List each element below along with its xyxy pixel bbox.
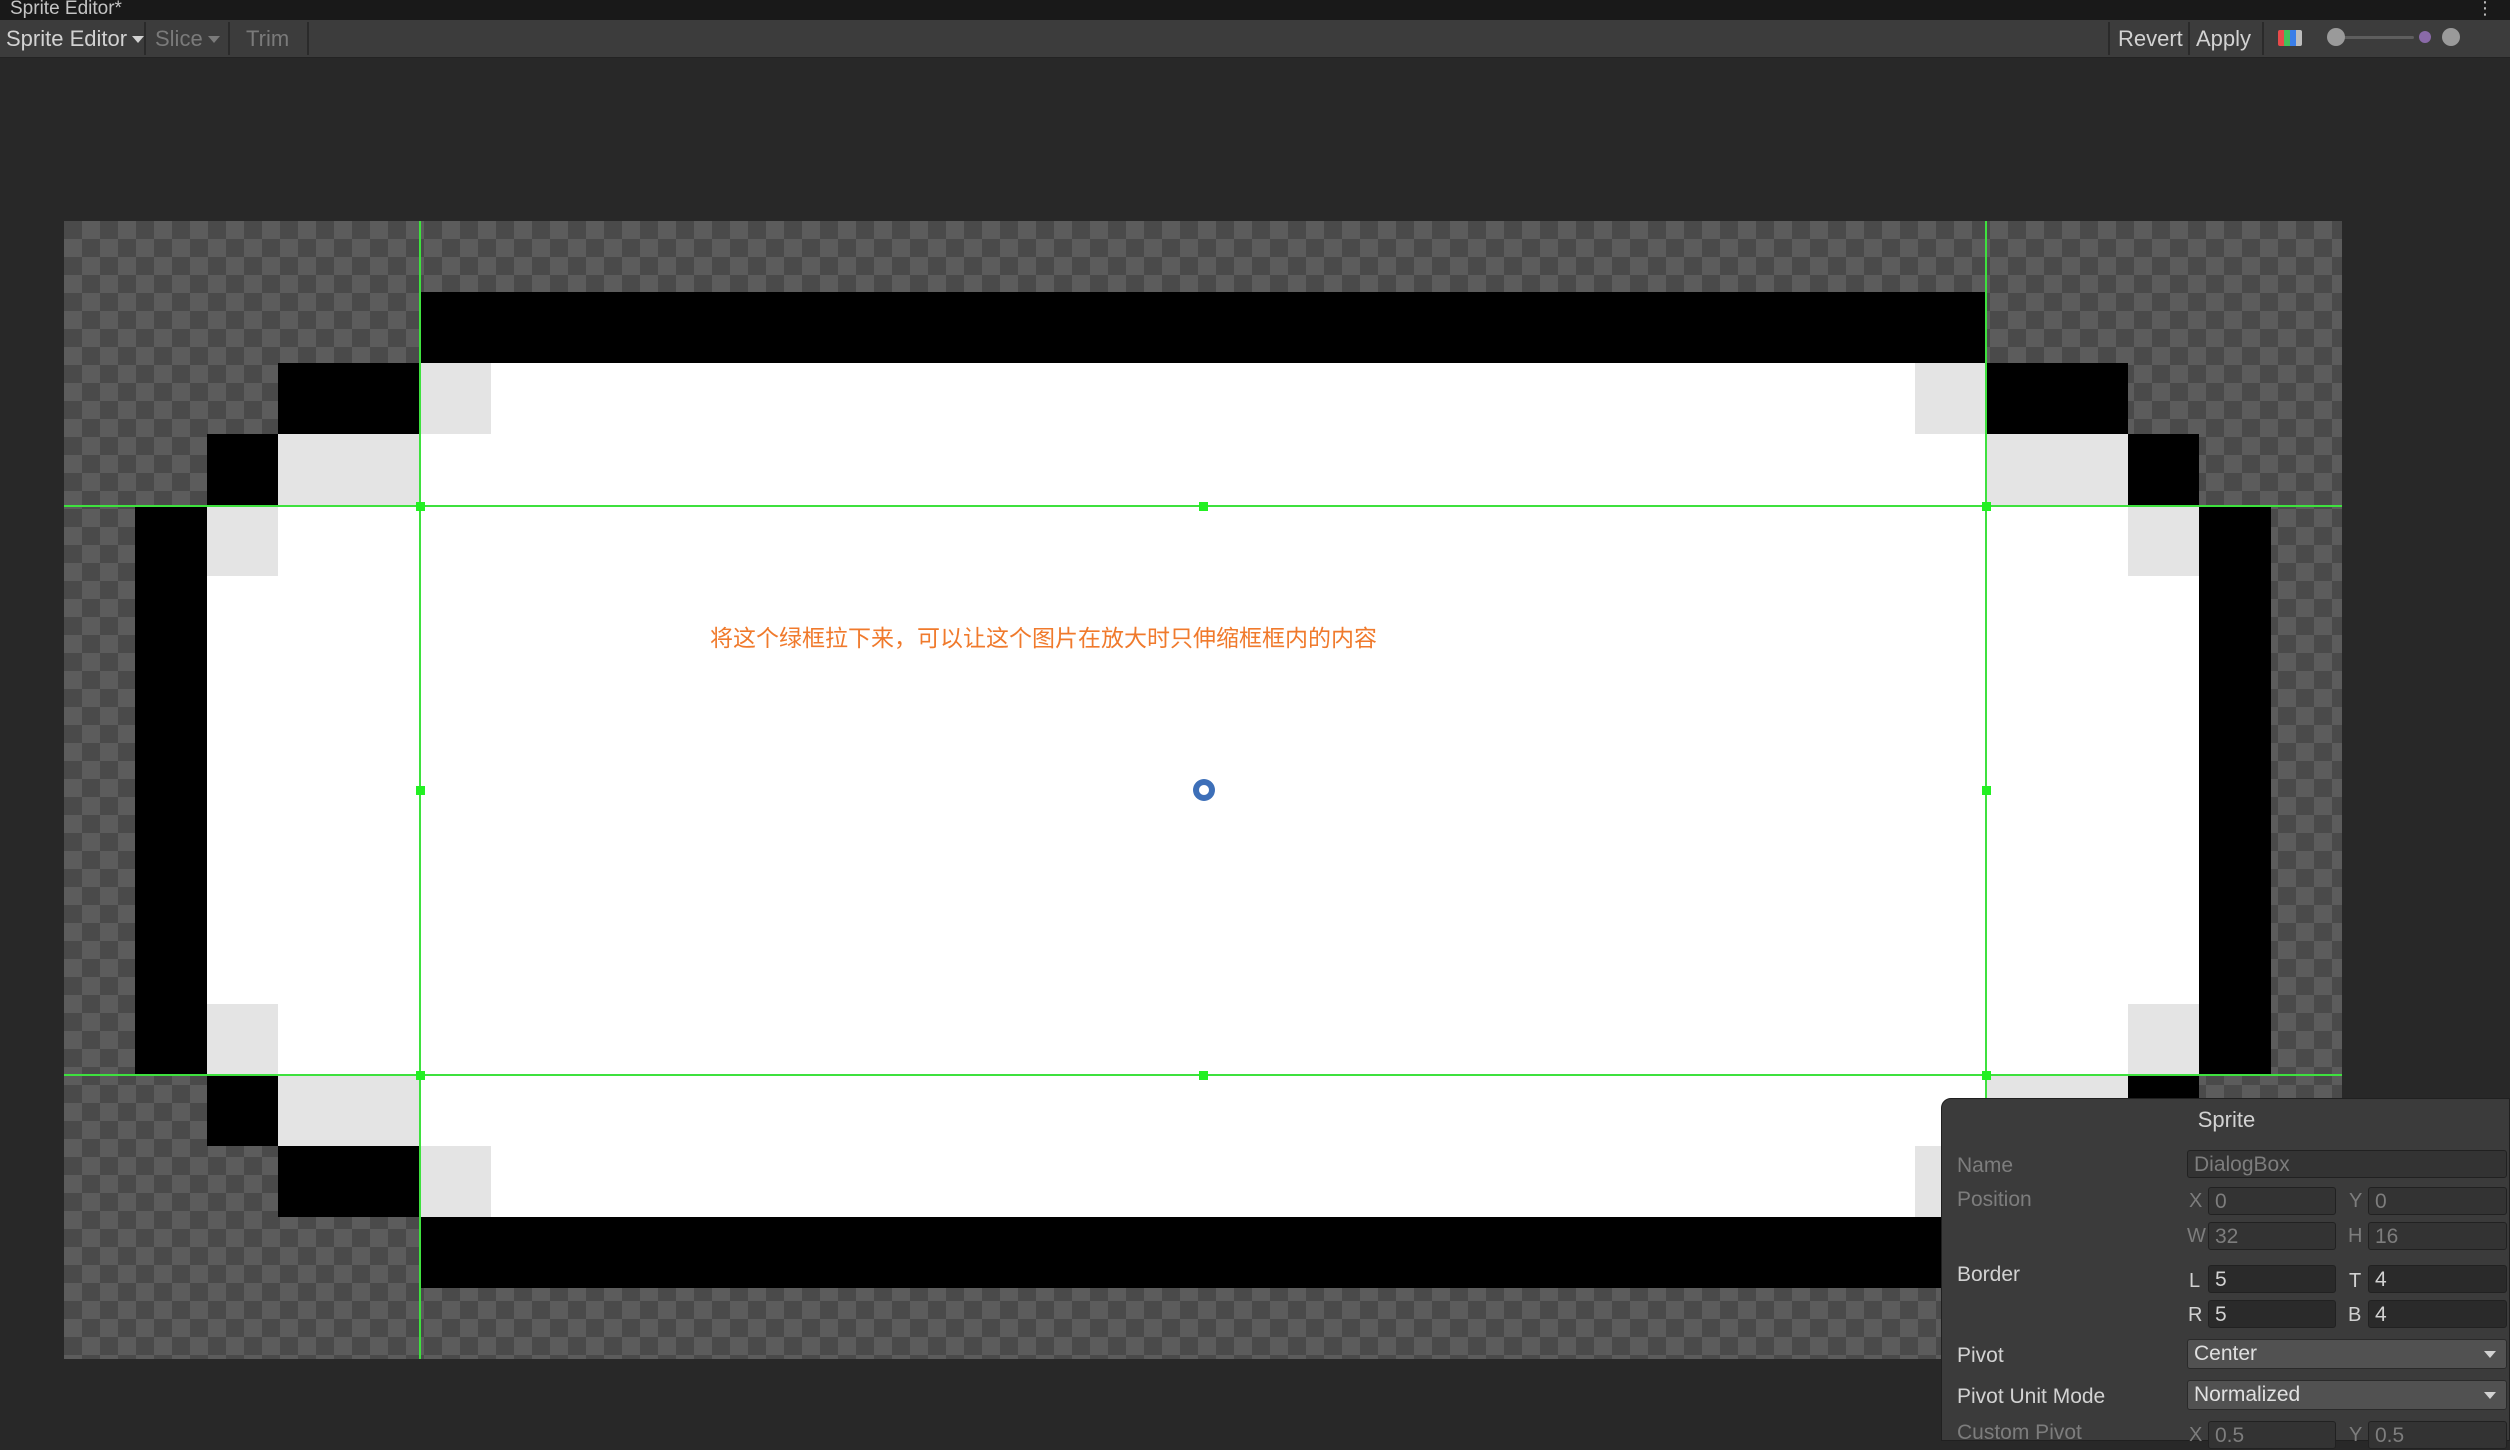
slice-label: Slice [155, 26, 203, 51]
more-options-icon[interactable]: ⋮ [2476, 0, 2494, 19]
custom-x-axis-label: X [2189, 1424, 2203, 1446]
name-label: Name [1957, 1154, 2014, 1177]
sprite-pixel-block [207, 505, 278, 576]
sprite-editor-mode-label: Sprite Editor [6, 26, 128, 51]
height-field[interactable]: 16 [2368, 1222, 2507, 1250]
border-handle-left[interactable] [416, 786, 425, 795]
position-x-field[interactable]: 0 [2208, 1187, 2336, 1215]
width-field[interactable]: 32 [2208, 1222, 2336, 1250]
sprite-inspector-panel: Sprite Name DialogBox Position X 0 Y 0 W… [1941, 1098, 2510, 1449]
chevron-down-icon [2484, 1392, 2496, 1399]
pivot-unit-mode-value: Normalized [2194, 1383, 2301, 1406]
slice-dropdown[interactable]: Slice [149, 20, 226, 57]
name-field[interactable]: DialogBox [2187, 1150, 2507, 1178]
pivot-dropdown[interactable]: Center [2187, 1339, 2507, 1369]
border-top-field[interactable]: 4 [2368, 1265, 2507, 1293]
sprite-pixel-block [2128, 1004, 2199, 1075]
pivot-label: Pivot [1957, 1344, 2004, 1367]
trim-button[interactable]: Trim [240, 20, 295, 57]
trim-label: Trim [246, 26, 290, 51]
sprite-pixel-block [278, 1146, 420, 1217]
annotation-text: 将这个绿框拉下来，可以让这个图片在放大时只伸缩框框内的内容 [710, 625, 1377, 651]
chevron-down-icon [132, 36, 145, 43]
toolbar-divider [2108, 22, 2110, 55]
toolbar-divider [144, 22, 146, 55]
border-handle-top[interactable] [1199, 502, 1208, 511]
w-axis-label: W [2187, 1225, 2206, 1247]
window-tab-title[interactable]: Sprite Editor* [10, 0, 122, 20]
x-axis-label: X [2189, 1190, 2203, 1212]
border-right-field[interactable]: 5 [2208, 1300, 2336, 1328]
zoom-slider-track[interactable] [2334, 36, 2414, 39]
position-label: Position [1957, 1188, 2032, 1211]
custom-pivot-label: Custom Pivot [1957, 1421, 2082, 1444]
border-bottom-field[interactable]: 4 [2368, 1300, 2507, 1328]
custom-pivot-x-field[interactable]: 0.5 [2208, 1421, 2336, 1449]
sprite-pixel-block [420, 292, 1986, 363]
sprite-pixel-block [278, 363, 420, 434]
sprite-pixel-block [1986, 434, 2128, 505]
toolbar-divider [307, 22, 309, 55]
border-left-field[interactable]: 5 [2208, 1265, 2336, 1293]
pivot-handle-icon[interactable] [1193, 779, 1215, 801]
sprite-pixel-block [2128, 434, 2199, 505]
l-axis-label: L [2189, 1270, 2201, 1292]
r-axis-label: R [2188, 1304, 2203, 1326]
position-y-field[interactable]: 0 [2368, 1187, 2507, 1215]
h-axis-label: H [2348, 1225, 2363, 1247]
title-bar: Sprite Editor* ⋮ [0, 0, 2510, 20]
mip-slider-handle[interactable] [2442, 28, 2460, 46]
sprite-pixel-block [420, 1217, 1986, 1288]
t-axis-label: T [2349, 1270, 2362, 1292]
pivot-value: Center [2194, 1342, 2258, 1365]
sprite-editor-mode-dropdown[interactable]: Sprite Editor [0, 20, 150, 57]
sprite-pixel-block [278, 434, 420, 1146]
sprite-pixel-block [2128, 505, 2199, 576]
sprite-pixel-block [207, 1075, 278, 1146]
y-axis-label: Y [2349, 1190, 2363, 1212]
sprite-pixel-block [2199, 505, 2271, 1075]
color-channel-icon[interactable] [2278, 30, 2302, 46]
chevron-down-icon [207, 36, 220, 43]
sprite-pixel-block [207, 434, 278, 505]
sprite-pixel-block [135, 505, 207, 1075]
border-label: Border [1957, 1263, 2021, 1286]
sprite-pixel-block [1915, 363, 1986, 434]
revert-label: Revert [2118, 26, 2183, 51]
sprite-pixel-block [2128, 505, 2199, 1075]
sprite-pixel-block [207, 1004, 278, 1075]
mip-level-icon [2419, 31, 2431, 43]
pivot-unit-mode-label: Pivot Unit Mode [1957, 1385, 2106, 1408]
border-handle-right[interactable] [1982, 786, 1991, 795]
panel-title: Sprite [2197, 1107, 2256, 1132]
pivot-unit-mode-dropdown[interactable]: Normalized [2187, 1380, 2507, 1410]
border-handle-bottom-right[interactable] [1982, 1071, 1991, 1080]
sprite-pixel-block [1986, 363, 2128, 434]
border-handle-bottom-left[interactable] [416, 1071, 425, 1080]
sprite-pixel-block [207, 505, 278, 1075]
sprite-pixel-block [420, 363, 491, 434]
toolbar-divider [228, 22, 230, 55]
toolbar-divider [2262, 22, 2264, 55]
sprite-pixel-block [278, 434, 420, 505]
sprite-pixel-block [278, 1075, 420, 1146]
sprite-pixel-block [420, 1146, 491, 1217]
border-handle-top-left[interactable] [416, 502, 425, 511]
b-axis-label: B [2348, 1304, 2362, 1326]
zoom-slider-handle[interactable] [2327, 28, 2345, 46]
custom-y-axis-label: Y [2349, 1424, 2363, 1446]
apply-button[interactable]: Apply [2190, 20, 2257, 57]
apply-label: Apply [2196, 26, 2252, 51]
custom-pivot-y-field[interactable]: 0.5 [2368, 1421, 2507, 1449]
border-handle-bottom[interactable] [1199, 1071, 1208, 1080]
chevron-down-icon [2484, 1351, 2496, 1358]
toolbar: Sprite Editor Slice Trim Revert Apply [0, 20, 2510, 58]
border-handle-top-right[interactable] [1982, 502, 1991, 511]
sprite-pixel-block [1986, 434, 2128, 1146]
revert-button[interactable]: Revert [2112, 20, 2189, 57]
